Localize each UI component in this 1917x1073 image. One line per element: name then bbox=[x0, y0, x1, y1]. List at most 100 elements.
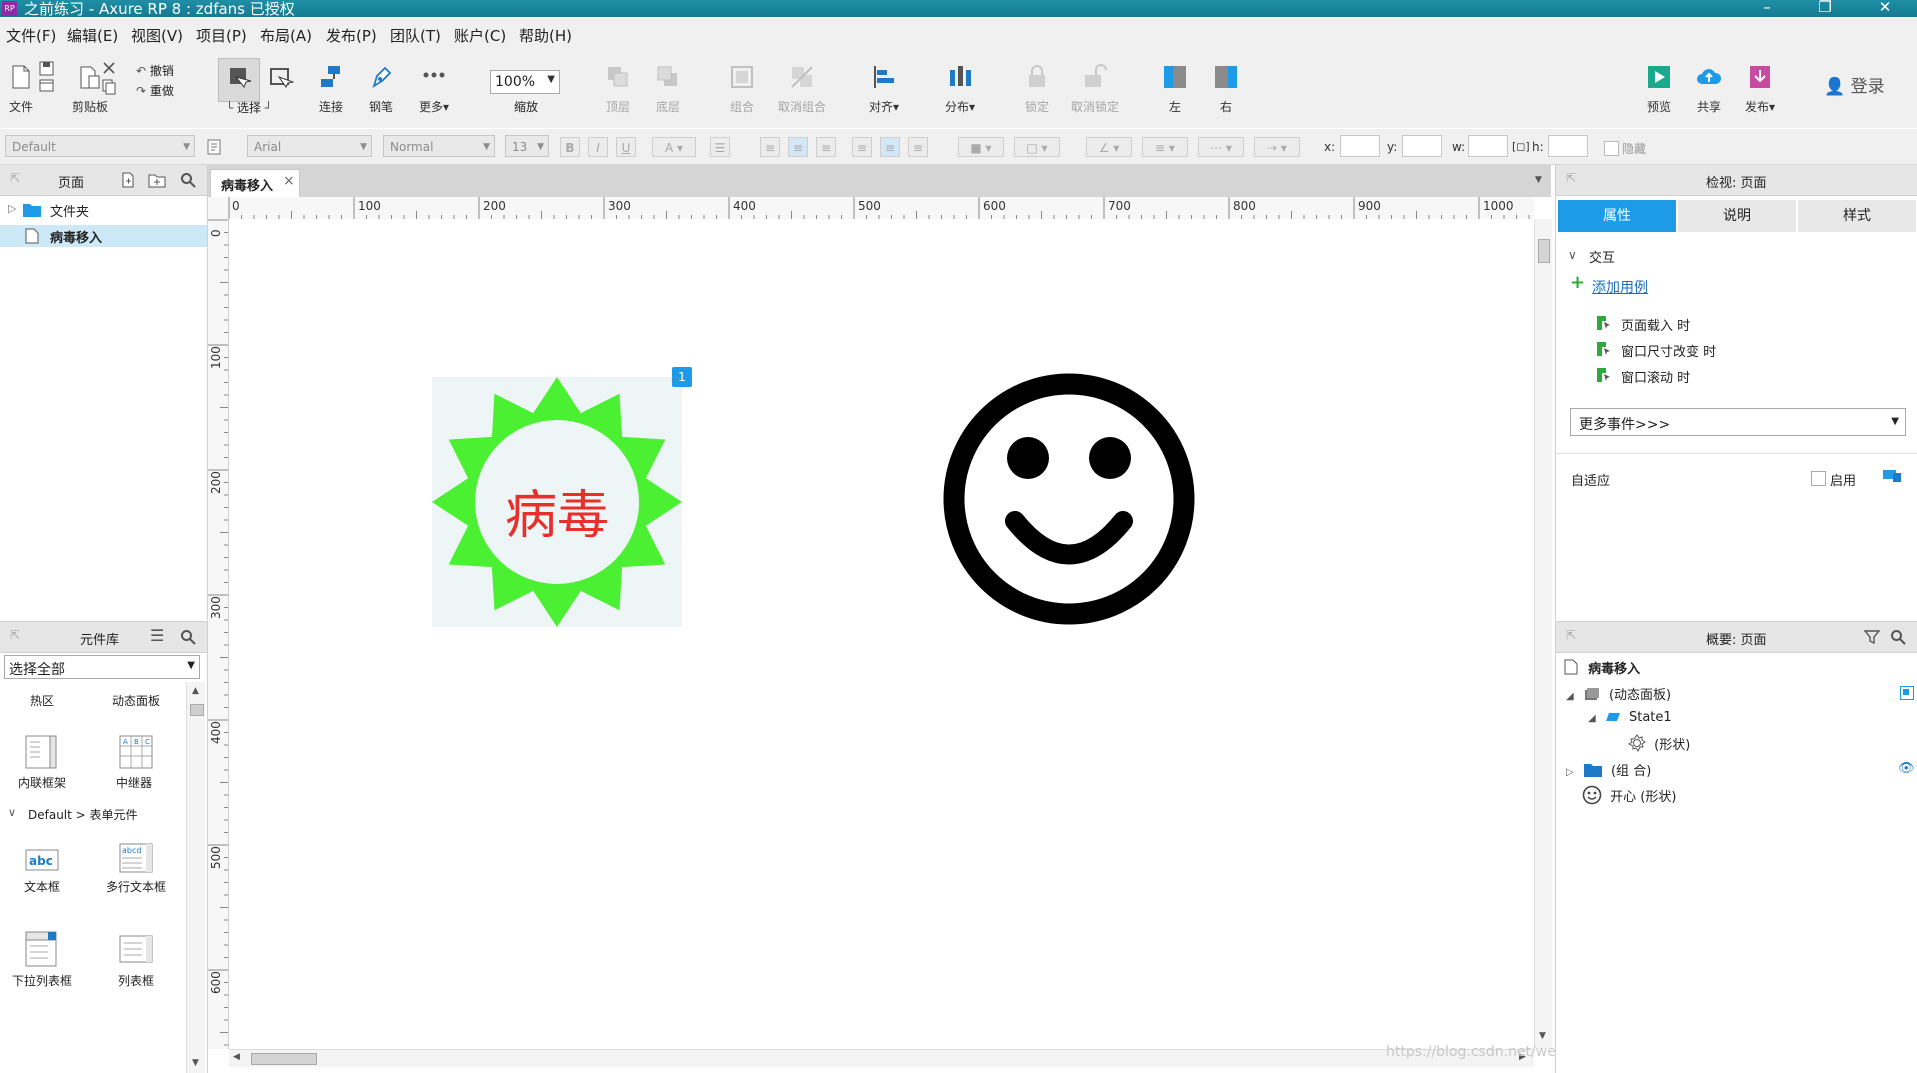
outline-smile-row[interactable]: 开心 (形状) bbox=[1582, 785, 1676, 805]
canvas-horizontal-scrollbar[interactable]: ◀ ▶ bbox=[229, 1049, 1534, 1067]
expand-arrow-icon[interactable]: ▷ bbox=[8, 202, 16, 215]
tab-list-chevron-icon[interactable]: ▼ bbox=[1535, 175, 1542, 185]
repeater-icon[interactable]: ABC bbox=[118, 734, 154, 770]
scroll-thumb[interactable] bbox=[1538, 239, 1550, 263]
hidden-checkbox[interactable] bbox=[1604, 141, 1619, 156]
tab-virus-page[interactable]: 病毒移入 × bbox=[210, 169, 300, 198]
dropdown-icon[interactable] bbox=[24, 930, 60, 968]
add-case-link[interactable]: 添加用例 bbox=[1592, 277, 1648, 297]
italic-button[interactable]: I bbox=[588, 137, 608, 157]
tree-collapse-icon[interactable]: ◢ bbox=[1588, 713, 1596, 724]
tree-collapse-icon[interactable]: ◢ bbox=[1566, 691, 1574, 702]
menu-project[interactable]: 项目(P) bbox=[196, 25, 247, 46]
distribute-button[interactable]: 分布▾ bbox=[940, 64, 980, 115]
textbox-icon[interactable]: abc bbox=[24, 846, 60, 874]
search-icon[interactable] bbox=[180, 172, 196, 188]
event-window-scroll[interactable]: 窗口滚动 时 bbox=[1596, 367, 1896, 387]
collapse-icon[interactable]: ⇱ bbox=[1566, 628, 1576, 642]
bring-to-front-button[interactable]: 顶层 bbox=[603, 64, 633, 115]
tab-properties[interactable]: 属性 bbox=[1558, 200, 1676, 232]
collapse-icon[interactable]: ⇱ bbox=[10, 171, 20, 185]
event-page-load[interactable]: 页面载入 时 bbox=[1596, 315, 1896, 335]
adaptive-views-icon[interactable] bbox=[1882, 468, 1902, 484]
tab-notes[interactable]: 说明 bbox=[1678, 200, 1796, 232]
widget-dropdown[interactable]: 下拉列表框 bbox=[12, 972, 72, 989]
bullet-list-button[interactable]: ☰ bbox=[710, 137, 730, 157]
collapse-icon[interactable]: ⇱ bbox=[1566, 171, 1576, 185]
align-text-left-button[interactable]: ≡ bbox=[760, 137, 780, 157]
textarea-icon[interactable]: abcd bbox=[118, 842, 154, 874]
widget-hotspot[interactable]: 热区 bbox=[30, 692, 54, 709]
hamburger-menu-icon[interactable]: ☰ bbox=[150, 626, 164, 645]
lock-aspect-icon[interactable]: [◻] bbox=[1512, 140, 1530, 153]
menu-file[interactable]: 文件(F) bbox=[6, 25, 56, 46]
select-mode-button[interactable] bbox=[218, 58, 260, 102]
unlock-button[interactable]: 取消锁定 bbox=[1070, 64, 1120, 115]
left-panel-toggle[interactable]: 左 bbox=[1160, 64, 1190, 115]
selection-marker-icon[interactable] bbox=[1900, 686, 1914, 700]
outline-state-row[interactable]: ◢ State1 bbox=[1588, 710, 1672, 725]
ungroup-button[interactable]: 取消组合 bbox=[774, 64, 830, 115]
fill-color-button[interactable]: ■ ▾ bbox=[958, 137, 1004, 157]
widget-textarea[interactable]: 多行文本框 bbox=[106, 878, 166, 895]
pen-button[interactable]: 钢笔 bbox=[366, 64, 396, 115]
library-section-header[interactable]: Default > 表单元件 bbox=[28, 806, 138, 823]
smiley-face-icon[interactable] bbox=[943, 373, 1195, 625]
design-canvas[interactable]: 病毒 1 bbox=[229, 219, 1534, 1048]
chevron-down-icon[interactable]: ∨ bbox=[8, 806, 16, 819]
more-events-select[interactable]: 更多事件>>> ▼ bbox=[1570, 408, 1906, 436]
line-width-button[interactable]: ≡ ▾ bbox=[1142, 137, 1188, 157]
virus-dynamic-panel[interactable]: 病毒 bbox=[432, 377, 682, 627]
maximize-button[interactable]: ❐ bbox=[1802, 0, 1848, 17]
widget-listbox[interactable]: 列表框 bbox=[118, 972, 154, 989]
scroll-thumb[interactable] bbox=[251, 1053, 317, 1065]
redo-button[interactable]: ↷ 重做 bbox=[136, 82, 174, 99]
font-size-select[interactable]: 13 ▼ bbox=[505, 135, 549, 157]
right-panel-toggle[interactable]: 右 bbox=[1211, 64, 1241, 115]
outline-dynamic-panel-row[interactable]: ◢ (动态面板) bbox=[1566, 684, 1671, 703]
valign-middle-button[interactable]: ≡ bbox=[880, 137, 900, 157]
widget-dynamic-panel[interactable]: 动态面板 bbox=[112, 692, 160, 709]
cut-copy-icon[interactable] bbox=[100, 60, 118, 96]
more-button[interactable]: 更多▾ bbox=[414, 64, 454, 115]
underline-button[interactable]: U bbox=[616, 137, 636, 157]
x-input[interactable] bbox=[1340, 135, 1380, 157]
scroll-left-icon[interactable]: ◀ bbox=[233, 1052, 240, 1062]
arrow-style-button[interactable]: ⇢ ▾ bbox=[1254, 137, 1300, 157]
align-text-center-button[interactable]: ≡ bbox=[788, 137, 808, 157]
tab-close-icon[interactable]: × bbox=[283, 173, 295, 189]
font-color-button[interactable]: A ▾ bbox=[652, 137, 696, 157]
widget-repeater[interactable]: 中继器 bbox=[116, 774, 152, 791]
widget-textbox[interactable]: 文本框 bbox=[24, 878, 60, 895]
menu-view[interactable]: 视图(V) bbox=[131, 25, 183, 46]
height-input[interactable] bbox=[1548, 135, 1588, 157]
align-text-right-button[interactable]: ≡ bbox=[816, 137, 836, 157]
chevron-down-icon[interactable]: ∨ bbox=[1568, 248, 1577, 262]
minimize-button[interactable]: – bbox=[1744, 0, 1790, 17]
zoom-select[interactable]: 100% ▼ bbox=[490, 70, 560, 94]
add-page-icon[interactable] bbox=[120, 172, 136, 188]
shadow-button[interactable]: □ ▾ bbox=[1014, 137, 1060, 157]
undo-button[interactable]: ↶ 撤销 bbox=[136, 62, 174, 79]
connect-button[interactable]: 连接 bbox=[316, 64, 346, 115]
style-select[interactable]: Default ▼ bbox=[5, 135, 195, 157]
align-button[interactable]: 对齐▾ bbox=[864, 64, 904, 115]
font-weight-select[interactable]: Normal ▼ bbox=[383, 135, 495, 157]
tree-page-selected[interactable]: 病毒移入 bbox=[0, 225, 207, 247]
tab-style[interactable]: 样式 bbox=[1798, 200, 1916, 232]
share-button[interactable]: 共享 bbox=[1693, 64, 1725, 115]
add-icon[interactable]: + bbox=[1570, 272, 1585, 293]
menu-account[interactable]: 账户(C) bbox=[454, 25, 506, 46]
send-to-back-button[interactable]: 底层 bbox=[653, 64, 683, 115]
filter-icon[interactable] bbox=[1864, 629, 1880, 645]
line-color-button[interactable]: ∠ ▾ bbox=[1086, 137, 1132, 157]
bold-button[interactable]: B bbox=[560, 137, 580, 157]
library-select[interactable]: 选择全部 ▼ bbox=[4, 655, 200, 679]
menu-help[interactable]: 帮助(H) bbox=[519, 25, 572, 46]
menu-edit[interactable]: 编辑(E) bbox=[67, 25, 118, 46]
save-icon[interactable] bbox=[38, 60, 56, 96]
y-input[interactable] bbox=[1402, 135, 1442, 157]
publish-button[interactable]: 发布▾ bbox=[1740, 64, 1780, 115]
add-folder-icon[interactable] bbox=[148, 172, 166, 188]
tree-folder[interactable]: ▷ 文件夹 bbox=[0, 201, 207, 221]
